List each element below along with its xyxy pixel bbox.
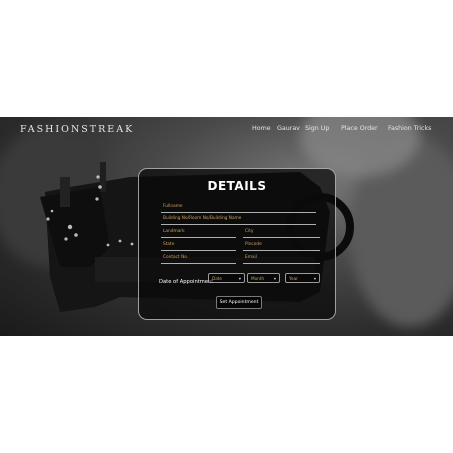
- nav-place-order-link[interactable]: Place Order: [341, 125, 378, 132]
- city-field[interactable]: City: [243, 227, 320, 238]
- year-select[interactable]: Year ▾: [285, 273, 320, 283]
- nav-home-link[interactable]: Home: [252, 125, 271, 132]
- hero-background: FASHIONSTREAK Home Gaurav Sign Up Place …: [0, 117, 453, 336]
- pincode-field[interactable]: Pincode: [243, 240, 320, 251]
- month-select-value: Month: [251, 276, 265, 281]
- day-select-value: Date: [212, 276, 223, 281]
- month-select[interactable]: Month ▾: [247, 273, 280, 283]
- nav-fashion-tricks-link[interactable]: Fashion Tricks: [388, 125, 431, 132]
- email-field[interactable]: Email: [243, 253, 320, 264]
- form-title: DETAILS: [207, 179, 267, 193]
- chevron-down-icon: ▾: [273, 276, 276, 281]
- nav-user-link[interactable]: Gaurav: [277, 125, 300, 132]
- chevron-down-icon: ▾: [238, 276, 241, 281]
- chevron-down-icon: ▾: [313, 276, 316, 281]
- fullname-field[interactable]: Fullname: [161, 202, 316, 213]
- state-field[interactable]: State: [161, 240, 236, 251]
- day-select[interactable]: Date ▾: [208, 273, 245, 283]
- details-form-panel: DETAILS Fullname Building No/Room No/Bui…: [138, 168, 336, 320]
- nav-signup-link[interactable]: Sign Up: [305, 125, 329, 132]
- date-of-appointment-label: Date of Appointment: [159, 279, 214, 285]
- year-select-value: Year: [289, 276, 298, 281]
- landmark-field[interactable]: Landmark: [161, 227, 236, 238]
- set-appointment-button[interactable]: Set Appointment: [216, 296, 262, 309]
- contact-field[interactable]: Contact No.: [161, 253, 236, 264]
- address-field[interactable]: Building No/Room No/Building Name: [161, 214, 316, 225]
- brand-logo[interactable]: FASHIONSTREAK: [20, 124, 134, 135]
